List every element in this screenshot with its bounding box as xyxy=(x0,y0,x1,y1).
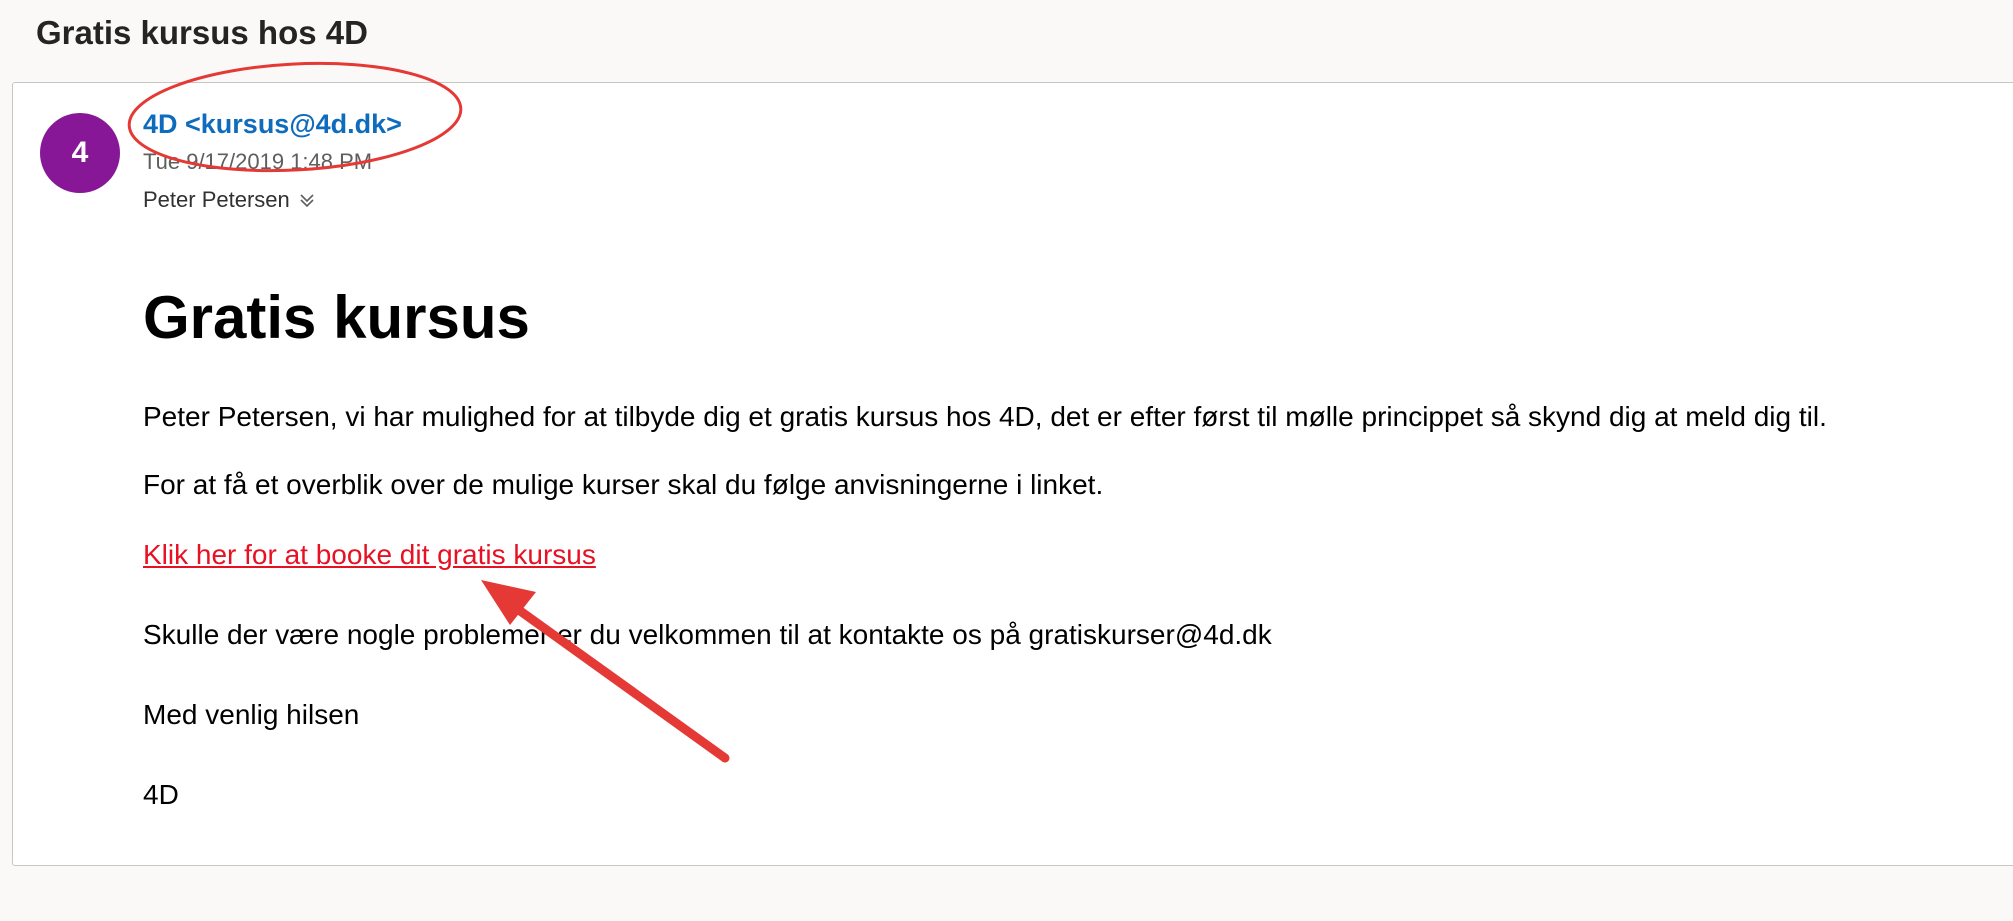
body-paragraph-contact: Skulle der være nogle problemer er du ve… xyxy=(143,619,1272,650)
body-paragraph-instructions: For at få et overblik over de mulige kur… xyxy=(143,469,1104,500)
avatar[interactable]: 4 xyxy=(40,113,120,193)
body-paragraph-offer: Peter Petersen, vi har mulighed for at t… xyxy=(143,401,1827,432)
body-closing: Med venlig hilsen xyxy=(143,699,360,730)
recipient-name: Peter Petersen xyxy=(143,187,290,212)
sender-link[interactable]: 4D <kursus@4d.dk> xyxy=(143,109,402,140)
recipient-toggle[interactable]: Peter Petersen xyxy=(143,187,316,213)
body-link-row: Klik her for at booke dit gratis kursus xyxy=(143,539,596,571)
timestamp: Tue 9/17/2019 1:48 PM xyxy=(143,149,373,174)
message-card: 4 4D <kursus@4d.dk> Tue 9/17/2019 1:48 P… xyxy=(12,82,2013,866)
booking-link[interactable]: Klik her for at booke dit gratis kursus xyxy=(143,539,596,570)
email-subject: Gratis kursus hos 4D xyxy=(36,14,368,51)
body-headline: Gratis kursus xyxy=(143,284,530,351)
body-signature: 4D xyxy=(143,779,179,810)
chevron-down-icon[interactable] xyxy=(298,191,316,209)
